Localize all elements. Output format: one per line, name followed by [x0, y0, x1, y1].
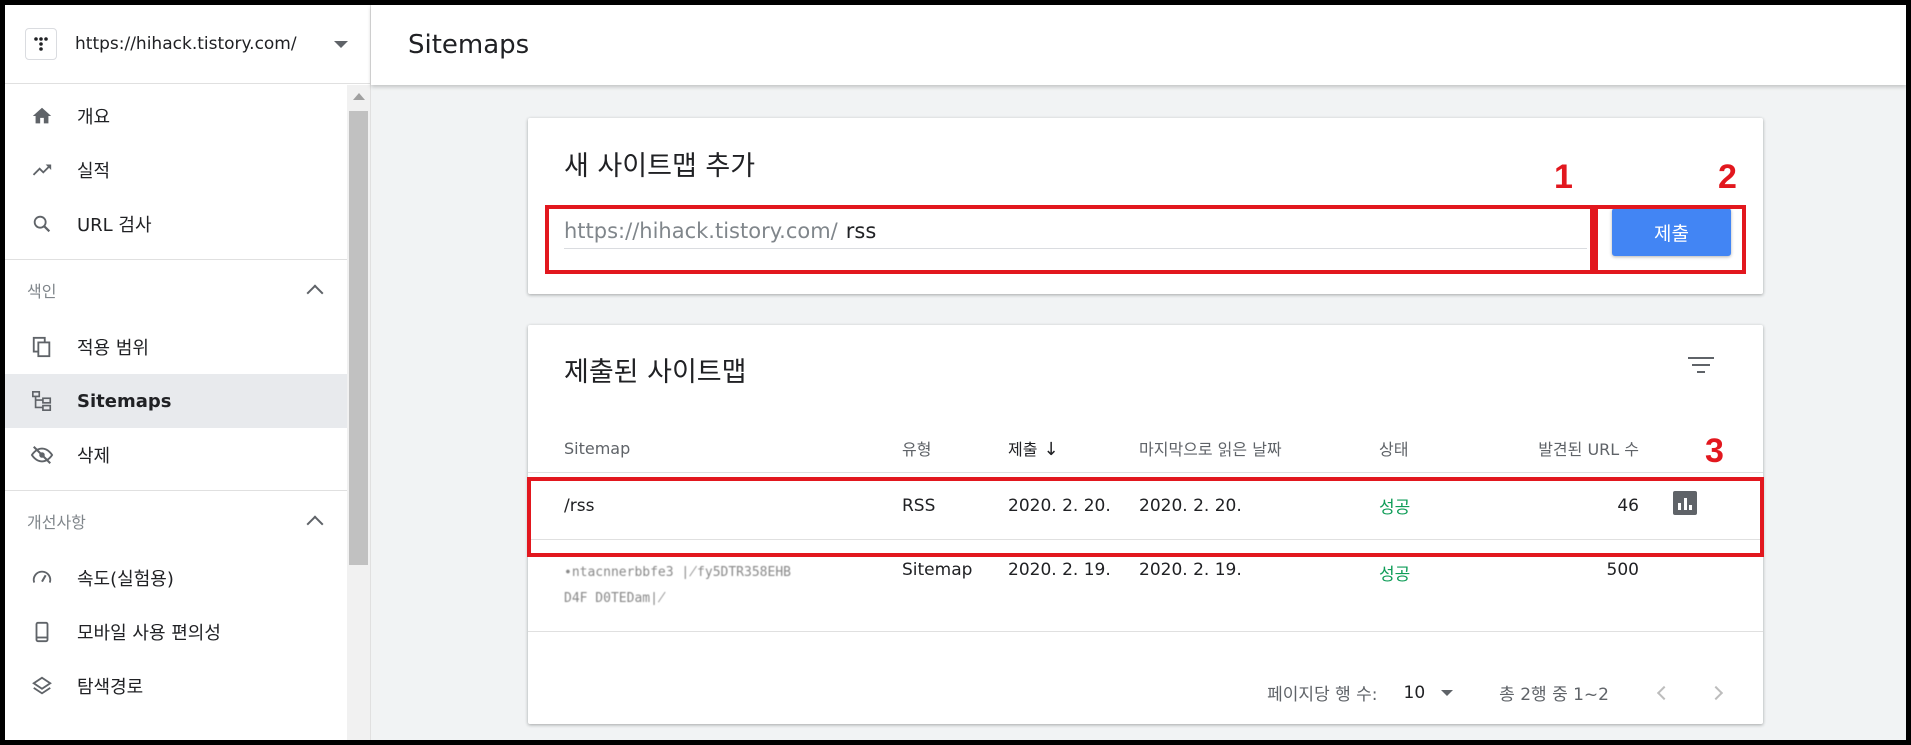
page-title: Sitemaps — [408, 30, 530, 60]
nav-item-coverage[interactable]: 적용 범위 — [5, 320, 347, 374]
sidebar-scrollbar[interactable] — [347, 85, 370, 740]
sidebar: https://hihack.tistory.com/ 개요 실적 URL 검사… — [5, 5, 371, 740]
nav-label: 적용 범위 — [77, 338, 149, 359]
column-header-label: 제출 — [1008, 440, 1038, 460]
nav-list: 개요 실적 URL 검사 색인 적용 범위 Sitemaps 삭제 개선사항 속… — [5, 85, 347, 740]
phone-icon — [27, 617, 57, 647]
search-icon — [27, 209, 57, 239]
nav-label: 탐색경로 — [77, 677, 144, 698]
column-header-discovered-urls[interactable]: 발견된 URL 수 — [1489, 425, 1639, 472]
column-header-type[interactable]: 유형 — [902, 425, 1008, 472]
tistory-logo-icon — [25, 28, 57, 60]
table-header-row: Sitemap 유형 제출 ↓ 마지막으로 읽은 날짜 상태 발견된 URL 수 — [528, 425, 1763, 472]
blurred-sitemap-line: D4F D0TEDam∤ — [564, 590, 666, 606]
app-frame: https://hihack.tistory.com/ 개요 실적 URL 검사… — [5, 5, 1906, 740]
add-sitemap-title: 새 사이트맵 추가 — [564, 151, 756, 182]
column-header-submitted[interactable]: 제출 ↓ — [1008, 425, 1139, 472]
nav-label: Sitemaps — [77, 390, 172, 412]
group-title: 개선사항 — [27, 513, 86, 532]
trending-up-icon — [27, 155, 57, 185]
column-header-sitemap[interactable]: Sitemap — [528, 425, 902, 472]
chevron-up-icon — [306, 284, 324, 302]
copy-icon — [27, 332, 57, 362]
blurred-sitemap-line: ∙ntacnnerbbfe3 ∤fy5DTR358EHB — [564, 564, 791, 580]
home-icon — [27, 101, 57, 131]
nav-label: 삭제 — [77, 446, 111, 467]
nav-item-mobile-usability[interactable]: 모바일 사용 편의성 — [5, 605, 347, 659]
layers-icon — [27, 671, 57, 701]
nav-item-breadcrumbs[interactable]: 탐색경로 — [5, 659, 347, 713]
submitted-sitemaps-title: 제출된 사이트맵 — [564, 357, 747, 388]
group-header-index[interactable]: 색인 — [5, 260, 347, 320]
dropdown-arrow-icon[interactable] — [1441, 689, 1454, 696]
top-bar: Sitemaps — [371, 5, 1906, 85]
column-header-status[interactable]: 상태 — [1379, 425, 1489, 472]
nav-label: 모바일 사용 편의성 — [77, 623, 221, 644]
nav-item-sitemaps[interactable]: Sitemaps — [5, 374, 347, 428]
annotation-box-3 — [527, 477, 1764, 557]
speed-icon — [27, 563, 57, 593]
nav-item-url-inspection[interactable]: URL 검사 — [5, 197, 347, 251]
column-header-last-read[interactable]: 마지막으로 읽은 날짜 — [1139, 425, 1379, 472]
annotation-number-1: 1 — [1554, 158, 1573, 196]
nav-item-removals[interactable]: 삭제 — [5, 428, 347, 482]
annotation-box-2 — [1594, 205, 1746, 274]
scroll-up-arrow-icon[interactable] — [353, 93, 365, 100]
rows-per-page-label: 페이지당 행 수: — [1267, 685, 1378, 705]
chevron-right-icon[interactable] — [1708, 685, 1724, 700]
page-range: 총 2행 중 1~2 — [1499, 685, 1609, 705]
filter-icon[interactable] — [1688, 357, 1714, 377]
scroll-thumb[interactable] — [349, 111, 368, 565]
nav-item-speed[interactable]: 속도(실험용) — [5, 551, 347, 605]
rows-per-page-select[interactable]: 10 — [1404, 683, 1426, 703]
sort-arrow-down-icon: ↓ — [1043, 439, 1059, 461]
nav-label: 개요 — [77, 107, 111, 128]
column-header-actions — [1639, 425, 1763, 472]
property-url: https://hihack.tistory.com/ — [75, 34, 297, 54]
sitemap-icon — [27, 386, 57, 416]
property-selector[interactable]: https://hihack.tistory.com/ — [5, 5, 370, 84]
nav-label: URL 검사 — [77, 215, 152, 236]
nav-label: 속도(실험용) — [77, 569, 174, 590]
nav-label: 실적 — [77, 161, 111, 182]
annotation-box-1 — [545, 205, 1594, 274]
group-header-enhancements[interactable]: 개선사항 — [5, 491, 347, 551]
annotation-number-2: 2 — [1718, 158, 1737, 196]
chevron-up-icon — [306, 515, 324, 533]
pagination: 페이지당 행 수: 10 총 2행 중 1~2 — [528, 665, 1763, 720]
visibility-off-icon — [27, 440, 57, 470]
nav-item-overview[interactable]: 개요 — [5, 89, 347, 143]
dropdown-arrow-icon — [334, 40, 348, 48]
group-title: 색인 — [27, 282, 57, 301]
annotation-number-3: 3 — [1705, 432, 1724, 470]
nav-item-performance[interactable]: 실적 — [5, 143, 347, 197]
chevron-left-icon[interactable] — [1656, 685, 1672, 700]
